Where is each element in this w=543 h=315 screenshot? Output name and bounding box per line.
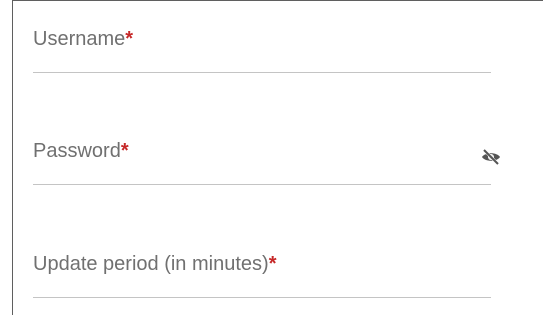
visibility-off-icon[interactable]	[481, 148, 501, 166]
visibility-off-icon-svg	[482, 148, 500, 166]
password-input[interactable]	[33, 139, 491, 184]
username-field[interactable]: Username*	[33, 27, 491, 73]
password-field[interactable]: Password*	[33, 139, 500, 185]
settings-form: Username* Password* Update period (in mi…	[12, 0, 543, 315]
update-period-field[interactable]: Update period (in minutes)*	[33, 252, 491, 298]
username-input[interactable]	[33, 27, 491, 72]
update-period-input[interactable]	[33, 252, 491, 297]
